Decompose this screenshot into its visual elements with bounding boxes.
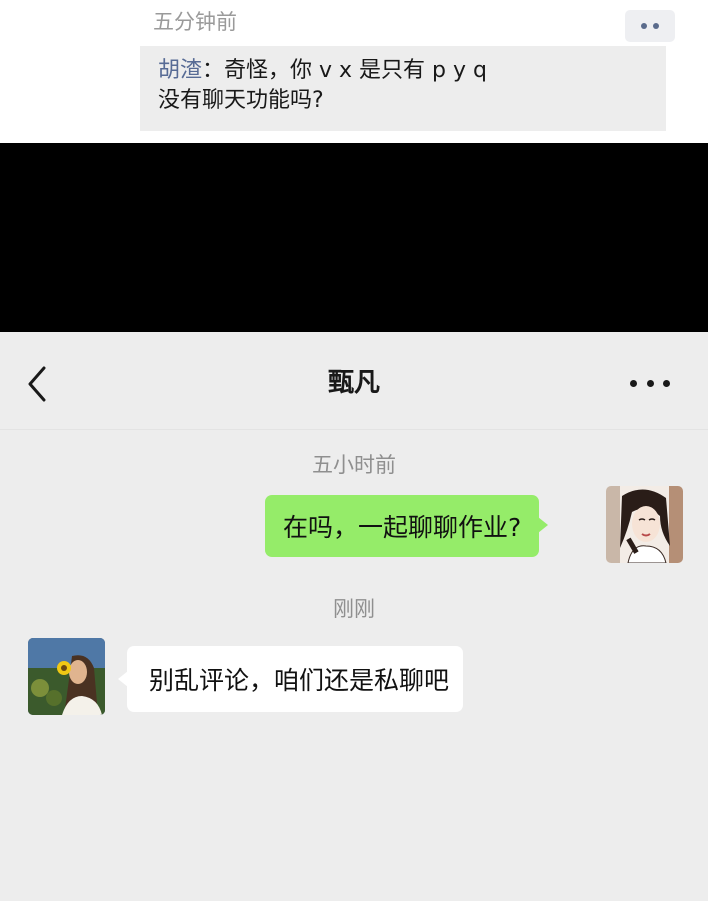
comment-text: 胡渣：奇怪，你 v x 是只有 p y q 没有聊天功能吗? [158, 56, 628, 116]
comment-line-2: 没有聊天功能吗? [158, 88, 324, 113]
chat-screen: 甄凡 五小时前 在吗，一起聊聊作业? 刚刚 别乱评论，咱们还是私聊吧 [0, 332, 708, 901]
moments-comment-panel: 五分钟前 胡渣：奇怪，你 v x 是只有 p y q 没有聊天功能吗? [0, 0, 708, 143]
moments-timestamp: 五分钟前 [153, 10, 237, 34]
contact-message-text: 别乱评论，咱们还是私聊吧 [149, 666, 450, 695]
dot-icon [646, 380, 654, 387]
comment-separator: ： [202, 58, 225, 83]
my-avatar[interactable] [606, 486, 683, 563]
dot-icon [663, 380, 670, 387]
chat-title: 甄凡 [327, 368, 380, 398]
dot-icon [653, 23, 659, 29]
dot-icon [641, 23, 647, 29]
my-message-bubble[interactable]: 在吗，一起聊聊作业? [265, 495, 549, 557]
black-divider [0, 143, 708, 332]
my-message-text: 在吗，一起聊聊作业? [283, 513, 522, 542]
moments-more-button[interactable] [625, 10, 675, 42]
comment-author-name[interactable]: 胡渣 [158, 58, 202, 83]
portrait-photo-icon [28, 638, 105, 715]
message-timestamp: 刚刚 [333, 597, 375, 621]
contact-message-bubble[interactable]: 别乱评论，咱们还是私聊吧 [117, 646, 464, 712]
dot-icon [630, 380, 637, 387]
contact-avatar[interactable] [28, 638, 105, 715]
message-timestamp: 五小时前 [312, 453, 396, 477]
comment-box: 胡渣：奇怪，你 v x 是只有 p y q 没有聊天功能吗? [140, 46, 666, 131]
more-horizontal-icon[interactable] [630, 380, 670, 388]
portrait-illustration-icon [606, 486, 683, 563]
comment-line-1: 奇怪，你 v x 是只有 p y q [224, 58, 487, 83]
chat-nav-bar: 甄凡 [0, 332, 708, 430]
